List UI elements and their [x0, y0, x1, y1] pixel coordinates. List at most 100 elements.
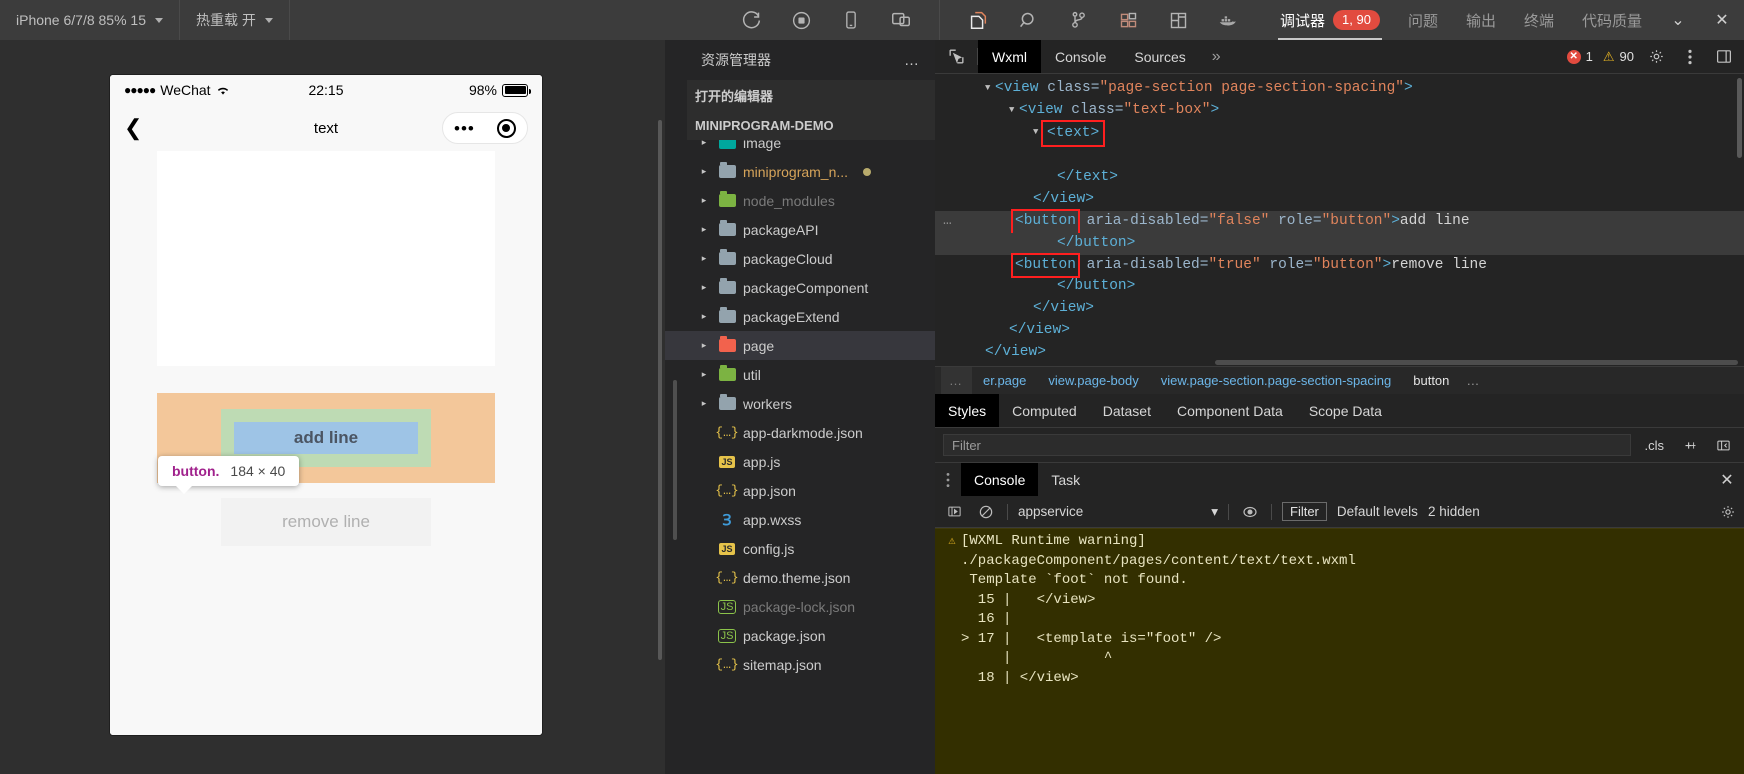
list-item[interactable]: JS config.js — [665, 534, 935, 563]
cls-button[interactable]: .cls — [1639, 438, 1671, 453]
hot-reload-toggle[interactable]: 热重载 开 — [180, 0, 290, 40]
wxml-line[interactable]: ▼ <view class= "text-box" > — [935, 100, 1744, 122]
warning-count-badge[interactable]: ⚠ 90 — [1603, 49, 1634, 65]
stop-record-icon[interactable] — [789, 8, 813, 32]
tab-output[interactable]: 输出 — [1452, 0, 1510, 40]
docker-icon[interactable] — [1216, 8, 1240, 32]
live-expression-icon[interactable] — [1239, 501, 1261, 523]
close-icon[interactable]: ✕ — [1700, 0, 1744, 40]
console-settings-icon[interactable] — [1720, 504, 1736, 520]
wxml-line[interactable]: </view> — [935, 189, 1744, 211]
new-style-rule-icon[interactable] — [1678, 438, 1703, 453]
breadcrumb-overflow-icon[interactable]: … — [941, 367, 972, 394]
tab-console-drawer[interactable]: Console — [961, 463, 1039, 496]
tab-problems[interactable]: 问题 — [1394, 0, 1452, 40]
chevron-right-icon[interactable]: ▸ — [697, 398, 711, 409]
section-open-editors[interactable]: ▶ 打开的编辑器 — [665, 80, 935, 110]
dock-side-icon[interactable] — [1712, 45, 1736, 69]
list-item[interactable]: JS package.json — [665, 621, 935, 650]
list-item[interactable]: JS package-lock.json — [665, 592, 935, 621]
list-item[interactable]: ▸ node_modules — [665, 186, 935, 215]
wxml-line-button-remove[interactable]: <button aria-disabled= "true" role= "butto… — [935, 252, 1744, 279]
wxml-line-text-selected[interactable]: ▼ <text> — [935, 119, 1744, 148]
source-control-icon[interactable] — [1066, 8, 1090, 32]
menu-dots-icon[interactable]: ••• — [454, 120, 475, 137]
styles-filter-input[interactable]: Filter — [943, 434, 1631, 456]
device-selector[interactable]: iPhone 6/7/8 85% 15 — [0, 0, 180, 40]
list-item[interactable]: ▸ util — [665, 360, 935, 389]
clear-console-icon[interactable] — [975, 501, 997, 523]
tab-overflow-icon[interactable]: » — [1200, 40, 1233, 73]
wxml-line[interactable]: </view> — [935, 298, 1744, 320]
list-item[interactable]: {…} sitemap.json — [665, 650, 935, 679]
list-item[interactable]: JS app.js — [665, 447, 935, 476]
explorer-more-icon[interactable]: … — [904, 52, 921, 69]
wxml-line[interactable]: </view> — [935, 320, 1744, 342]
chevron-right-icon[interactable]: ▸ — [697, 369, 711, 380]
list-item[interactable]: ▸ packageCloud — [665, 244, 935, 273]
list-item[interactable]: ▸ workers — [665, 389, 935, 418]
chevron-right-icon[interactable]: ▸ — [697, 340, 711, 351]
chevron-right-icon[interactable]: ▸ — [697, 166, 711, 177]
extensions-icon[interactable] — [1116, 8, 1140, 32]
breadcrumb-item-current[interactable]: button — [1402, 373, 1460, 388]
remove-line-button[interactable]: remove line — [221, 498, 431, 546]
capsule-bar[interactable]: ••• — [442, 112, 528, 144]
toggle-sidebar-icon[interactable] — [1711, 438, 1736, 453]
wxml-line[interactable]: </text> — [935, 167, 1744, 189]
files-copy-icon[interactable] — [966, 8, 990, 32]
chevron-right-icon[interactable]: ▸ — [697, 224, 711, 235]
more-vertical-icon[interactable] — [1678, 45, 1702, 69]
refresh-icon[interactable] — [739, 8, 763, 32]
wxml-horizontal-scrollbar[interactable] — [1215, 360, 1738, 365]
simulator-scrollbar[interactable] — [658, 120, 662, 660]
node-more-icon[interactable]: … — [943, 211, 953, 233]
tab-dataset[interactable]: Dataset — [1090, 394, 1164, 427]
chevron-down-icon[interactable]: ▼ — [1033, 122, 1043, 144]
list-item[interactable]: ▸ miniprogram_n... — [665, 157, 935, 186]
tab-terminal[interactable]: 终端 — [1510, 0, 1568, 40]
list-item[interactable]: {…} demo.theme.json — [665, 563, 935, 592]
close-capsule-icon[interactable] — [496, 118, 516, 138]
chevron-right-icon[interactable]: ▸ — [697, 195, 711, 206]
wxml-line[interactable]: </button> — [935, 276, 1744, 298]
console-filter-input[interactable]: Filter — [1282, 502, 1327, 521]
console-hidden-count[interactable]: 2 hidden — [1428, 504, 1480, 519]
execution-context-select[interactable]: appservice ▾ — [1018, 504, 1218, 520]
gear-icon[interactable] — [1644, 45, 1668, 69]
execution-context-icon[interactable] — [943, 501, 965, 523]
breadcrumb-item[interactable]: view.page-section.page-section-spacing — [1150, 373, 1403, 388]
phone-preview-icon[interactable] — [839, 8, 863, 32]
layout-icon[interactable] — [1166, 8, 1190, 32]
tab-computed[interactable]: Computed — [999, 394, 1090, 427]
list-item[interactable]: ▸ packageExtend — [665, 302, 935, 331]
chevron-right-icon[interactable]: ▸ — [697, 311, 711, 322]
list-item[interactable]: ▸ packageAPI — [665, 215, 935, 244]
tab-styles[interactable]: Styles — [935, 394, 1000, 427]
tab-debugger[interactable]: 调试器 1, 90 — [1266, 0, 1394, 40]
wxml-line-button-add[interactable]: … <button aria-disabled= "false" role= "but… — [935, 209, 1744, 235]
close-icon[interactable]: ✕ — [1710, 463, 1744, 496]
chevron-right-icon[interactable]: ▸ — [697, 253, 711, 264]
chevron-right-icon[interactable]: ▸ — [697, 140, 711, 148]
element-picker-icon[interactable] — [935, 40, 977, 73]
add-line-button[interactable]: add line — [234, 422, 418, 454]
tab-code-quality[interactable]: 代码质量 — [1568, 0, 1656, 40]
list-item[interactable]: ▸ image — [665, 140, 935, 157]
list-item[interactable]: {…} app.json — [665, 476, 935, 505]
tab-console[interactable]: Console — [1041, 40, 1120, 73]
error-count-badge[interactable]: ✕ 1 — [1566, 49, 1593, 64]
wxml-line[interactable]: ▼ <view class= "page-section page-section-… — [935, 78, 1744, 100]
section-project-root[interactable]: ▼ MINIPROGRAM-DEMO — [665, 110, 935, 140]
console-menu-icon[interactable] — [935, 463, 961, 496]
list-item[interactable]: Ɜ app.wxss — [665, 505, 935, 534]
breadcrumb-item[interactable]: er.page — [972, 373, 1037, 388]
tab-task[interactable]: Task — [1038, 463, 1093, 496]
breadcrumb-item[interactable]: view.page-body — [1037, 373, 1149, 388]
chevron-down-icon[interactable]: ▼ — [1009, 100, 1019, 122]
tab-wxml[interactable]: Wxml — [978, 40, 1041, 73]
multi-window-icon[interactable] — [889, 8, 913, 32]
list-item[interactable]: ▸ packageComponent — [665, 273, 935, 302]
tab-component-data[interactable]: Component Data — [1164, 394, 1296, 427]
search-icon[interactable] — [1016, 8, 1040, 32]
